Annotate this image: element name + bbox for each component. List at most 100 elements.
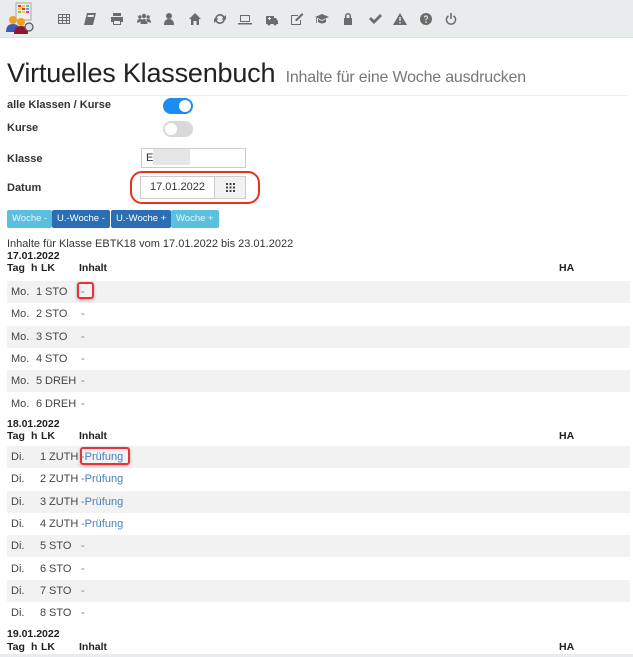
content-highlight-annotation	[77, 282, 94, 299]
school-week-plus-button[interactable]: U.-Woche +	[111, 210, 172, 228]
table-row: Di. 7 STO -	[7, 579, 630, 602]
day-date: 18.01.2022	[7, 418, 60, 430]
table-row: Mo. 2 STO -	[7, 303, 630, 325]
col-tag: Tag	[7, 262, 25, 274]
row-lk: ZUTH	[49, 451, 79, 463]
all-classes-toggle[interactable]	[163, 98, 193, 114]
user-icon[interactable]	[161, 11, 177, 27]
row-hour: 4	[36, 352, 43, 365]
row-hour: 4	[40, 517, 47, 530]
title-main: Virtuelles Klassenbuch	[7, 58, 276, 88]
row-tag: Di.	[11, 451, 25, 463]
row-lk: ZUTH	[49, 473, 79, 486]
refresh-icon[interactable]	[212, 11, 228, 27]
row-tag: Di.	[11, 517, 25, 530]
row-lk: DREH	[45, 375, 77, 388]
row-hour: 2	[40, 473, 47, 486]
row-hour: 5	[36, 375, 43, 388]
row-hour: 7	[40, 584, 47, 597]
row-tag: Mo.	[11, 308, 30, 321]
laptop-icon[interactable]	[237, 11, 253, 27]
row-hour: 2	[36, 308, 43, 321]
row-hour: 8	[40, 607, 47, 620]
edit-icon[interactable]	[289, 11, 305, 27]
week-plus-button[interactable]: Woche +	[171, 210, 219, 228]
logo-icon[interactable]	[5, 2, 37, 35]
row-lk: ZUTH	[49, 495, 79, 508]
row-lk: STO	[49, 607, 72, 620]
row-hour: 1	[36, 286, 43, 298]
row-lk: STO	[45, 308, 68, 321]
row-lk: STO	[45, 286, 68, 298]
calendar-grid-icon	[225, 183, 235, 192]
row-hour: 6	[36, 397, 43, 410]
table-row: Di. 6 STO -	[7, 558, 630, 580]
row-content[interactable]: -	[81, 563, 85, 575]
range-info: Inhalte für Klasse EBTK18 vom 17.01.2022…	[7, 238, 294, 250]
warning-icon[interactable]	[392, 11, 408, 27]
row-hour: 3	[36, 330, 43, 343]
table-icon[interactable]	[56, 11, 72, 27]
graduation-cap-icon[interactable]	[314, 11, 330, 27]
page-subtitle: Inhalte für eine Woche ausdrucken	[285, 69, 527, 86]
row-content[interactable]: -Prüfung	[81, 496, 123, 508]
book-icon[interactable]	[82, 11, 98, 27]
row-tag: Mo.	[11, 330, 30, 343]
row-hour: 6	[40, 562, 47, 575]
row-content[interactable]: -	[81, 308, 85, 320]
row-content[interactable]: -	[81, 331, 85, 343]
week-minus-button[interactable]: Woche -	[7, 210, 53, 228]
table-row: Di. 4 ZUTH -Prüfung	[7, 513, 630, 535]
courses-toggle[interactable]	[163, 121, 193, 137]
ambulance-icon[interactable]	[264, 11, 280, 27]
check-icon[interactable]	[367, 11, 383, 27]
class-label: Klasse	[7, 153, 43, 165]
row-lk: STO	[49, 584, 72, 597]
school-week-minus-button[interactable]: U.-Woche -	[52, 210, 110, 228]
top-navbar	[0, 0, 633, 38]
redacted-overlay	[153, 149, 190, 165]
row-content[interactable]: -	[81, 353, 85, 365]
col-tag: Tag	[7, 641, 25, 653]
table-row: Di. 8 STO -	[7, 602, 630, 624]
row-tag: Mo.	[11, 352, 30, 365]
col-tag: Tag	[7, 430, 25, 442]
row-tag: Mo.	[11, 375, 30, 388]
col-lk: LK	[41, 262, 55, 274]
row-tag: Di.	[11, 473, 25, 486]
col-h: h	[31, 430, 38, 442]
row-lk: STO	[49, 540, 72, 553]
print-icon[interactable]	[109, 11, 125, 27]
toggle-knob	[165, 123, 177, 135]
table-row: Mo. 4 STO -	[7, 348, 630, 370]
table-row: Di. 5 STO -	[7, 535, 630, 558]
title-divider	[7, 95, 627, 96]
col-lk: LK	[41, 641, 55, 653]
row-content[interactable]: -Prüfung	[81, 473, 123, 485]
row-content[interactable]: -	[81, 607, 85, 619]
row-lk: STO	[49, 562, 72, 575]
row-content[interactable]: -Prüfung	[81, 518, 123, 530]
row-content[interactable]: -	[81, 585, 85, 597]
col-inhalt: Inhalt	[79, 262, 107, 274]
row-lk: STO	[45, 352, 68, 365]
row-tag: Di.	[11, 607, 25, 620]
row-tag: Di.	[11, 540, 25, 553]
row-hour: 5	[40, 540, 47, 553]
help-icon[interactable]	[418, 11, 434, 27]
table-row: Di. 3 ZUTH -Prüfung	[7, 490, 630, 513]
row-content[interactable]: -	[81, 375, 85, 387]
home-icon[interactable]	[187, 11, 203, 27]
row-tag: Di.	[11, 584, 25, 597]
group-icon[interactable]	[136, 11, 152, 27]
row-content[interactable]: -	[81, 540, 85, 552]
power-icon[interactable]	[443, 11, 459, 27]
calendar-button[interactable]	[214, 176, 246, 199]
row-lk: STO	[45, 330, 68, 343]
date-input[interactable]: 17.01.2022	[140, 176, 215, 199]
row-content[interactable]: -	[81, 398, 85, 410]
lock-icon[interactable]	[340, 11, 356, 27]
day-date: 19.01.2022	[7, 628, 60, 640]
col-ha: HA	[559, 641, 575, 653]
row-hour: 3	[40, 495, 47, 508]
